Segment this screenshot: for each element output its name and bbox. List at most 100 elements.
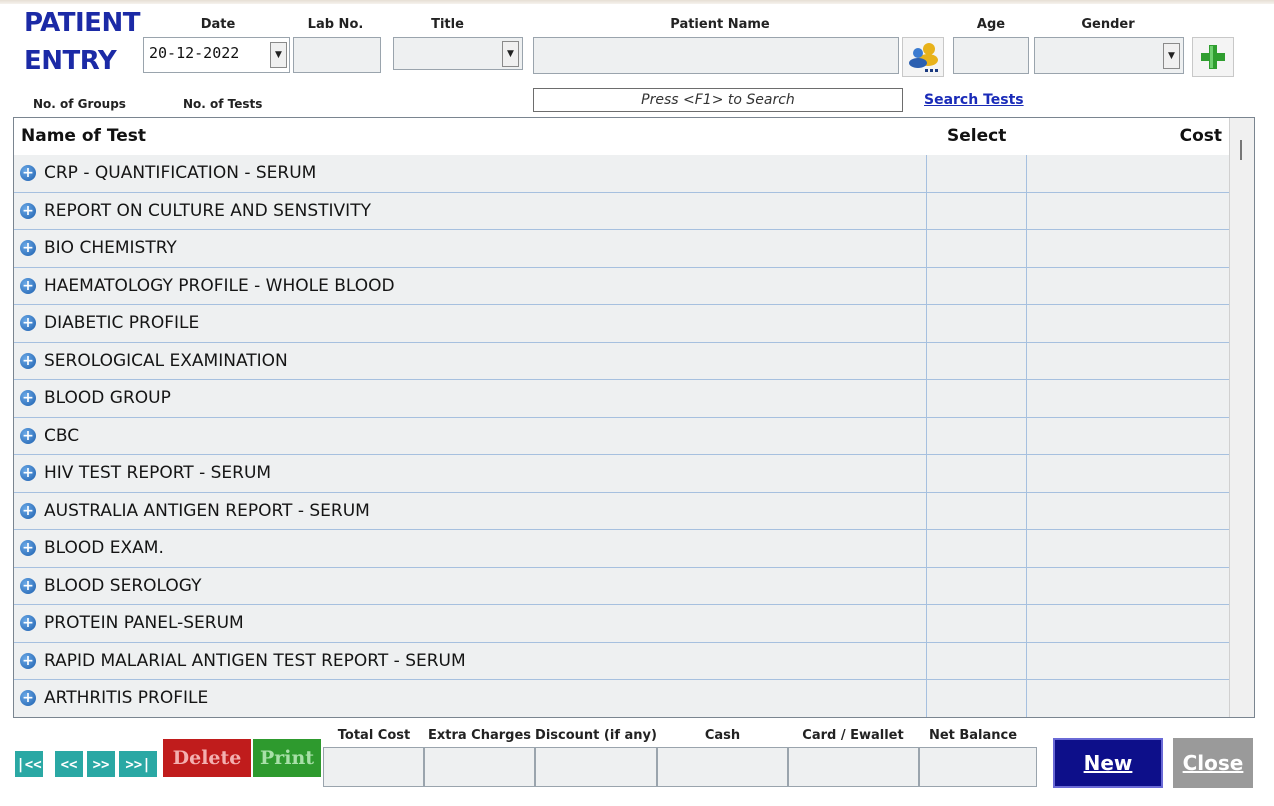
expand-icon[interactable]: + <box>20 315 36 331</box>
title-select[interactable]: ▼ <box>393 37 523 70</box>
table-row[interactable]: + BLOOD SEROLOGY <box>14 567 1230 605</box>
search-input[interactable]: Press <F1> to Search <box>533 88 903 112</box>
window-top-border <box>0 0 1274 4</box>
extra-charges-field[interactable] <box>424 747 535 787</box>
test-name: HAEMATOLOGY PROFILE - WHOLE BLOOD <box>44 275 395 296</box>
table-row[interactable]: + HIV TEST REPORT - SERUM <box>14 455 1230 493</box>
test-name: ARTHRITIS PROFILE <box>44 688 209 708</box>
card-ewallet-field[interactable] <box>788 747 919 787</box>
patient-name-input[interactable] <box>533 37 899 74</box>
expand-icon[interactable]: + <box>20 615 36 631</box>
green-plus-icon <box>1201 45 1225 69</box>
date-picker[interactable]: 20-12-2022 ▼ <box>143 37 290 73</box>
table-row[interactable]: + BLOOD EXAM. <box>14 530 1230 568</box>
test-name: BLOOD EXAM. <box>44 538 164 558</box>
column-select[interactable]: Select <box>947 126 1006 146</box>
expand-icon[interactable]: + <box>20 577 36 594</box>
select-cell[interactable] <box>926 192 1027 229</box>
search-tests-link[interactable]: Search Tests <box>924 92 1024 108</box>
scrollbar-thumb[interactable] <box>1240 140 1242 160</box>
select-cell[interactable] <box>926 305 1027 342</box>
select-cell[interactable] <box>926 492 1027 529</box>
people-lookup-icon <box>909 43 938 72</box>
select-cell[interactable] <box>926 605 1027 642</box>
expand-icon[interactable]: + <box>20 690 36 706</box>
expand-icon[interactable]: + <box>20 240 36 256</box>
test-name: DIABETIC PROFILE <box>44 313 200 333</box>
nav-last-button[interactable]: >>| <box>118 750 158 778</box>
cash-field[interactable] <box>657 747 788 787</box>
test-name: AUSTRALIA ANTIGEN REPORT - SERUM <box>44 500 370 521</box>
table-row[interactable]: + BIO CHEMISTRY <box>14 230 1230 268</box>
column-cost[interactable]: Cost <box>1180 126 1222 146</box>
select-cell[interactable] <box>926 530 1027 567</box>
tests-grid: Name of Test Select Cost + CRP - QUANTIFI… <box>13 117 1255 718</box>
table-row[interactable]: + ARTHRITIS PROFILE <box>14 680 1230 717</box>
gender-dropdown-button[interactable]: ▼ <box>1163 43 1180 69</box>
select-cell[interactable] <box>926 155 1027 192</box>
new-button[interactable]: New <box>1053 738 1163 788</box>
table-row[interactable]: + RAPID MALARIAL ANTIGEN TEST REPORT - SE… <box>14 642 1230 680</box>
form-title-line1: PATIENT <box>24 8 140 38</box>
title-dropdown-button[interactable]: ▼ <box>502 41 519 67</box>
expand-icon[interactable]: + <box>20 352 36 369</box>
expand-icon[interactable]: + <box>20 165 36 181</box>
title-label: Title <box>431 17 464 32</box>
expand-icon[interactable]: + <box>20 502 36 519</box>
select-cell[interactable] <box>926 230 1027 267</box>
grid-rows: + CRP - QUANTIFICATION - SERUM + REPORT ON… <box>14 155 1230 717</box>
expand-icon[interactable]: + <box>20 202 36 219</box>
test-name: PROTEIN PANEL-SERUM <box>44 613 244 633</box>
total-cost-field[interactable] <box>323 747 424 787</box>
select-cell[interactable] <box>926 417 1027 454</box>
groups-count-label: No. of Groups <box>33 97 126 111</box>
net-balance-field[interactable] <box>919 747 1037 787</box>
test-name: CRP - QUANTIFICATION - SERUM <box>44 163 317 183</box>
date-dropdown-button[interactable]: ▼ <box>270 42 287 68</box>
select-cell[interactable] <box>926 342 1027 379</box>
select-cell[interactable] <box>926 642 1027 679</box>
expand-icon[interactable]: + <box>20 390 36 406</box>
age-input[interactable] <box>953 37 1029 74</box>
print-button[interactable]: Print <box>253 739 321 777</box>
patient-lookup-button[interactable] <box>902 37 944 77</box>
expand-icon[interactable]: + <box>20 652 36 669</box>
nav-prev-button[interactable]: << <box>54 750 84 778</box>
gender-select[interactable]: ▼ <box>1034 37 1184 74</box>
delete-button[interactable]: Delete <box>163 739 251 777</box>
select-cell[interactable] <box>926 567 1027 604</box>
select-cell[interactable] <box>926 380 1027 417</box>
table-row[interactable]: + DIABETIC PROFILE <box>14 305 1230 343</box>
expand-icon[interactable]: + <box>20 540 36 556</box>
close-button[interactable]: Close <box>1173 738 1253 788</box>
column-name-of-test[interactable]: Name of Test <box>21 126 146 146</box>
expand-icon[interactable]: + <box>20 427 36 444</box>
table-row[interactable]: + PROTEIN PANEL-SERUM <box>14 605 1230 643</box>
patient-name-label: Patient Name <box>670 17 770 32</box>
table-row[interactable]: + CRP - QUANTIFICATION - SERUM <box>14 155 1230 193</box>
table-row[interactable]: + BLOOD GROUP <box>14 380 1230 418</box>
table-row[interactable]: + AUSTRALIA ANTIGEN REPORT - SERUM <box>14 492 1230 530</box>
gender-label: Gender <box>1081 17 1135 32</box>
table-row[interactable]: + SEROLOGICAL EXAMINATION <box>14 342 1230 380</box>
grid-scrollbar[interactable] <box>1229 118 1254 717</box>
expand-icon[interactable]: + <box>20 465 36 481</box>
total-cost-label: Total Cost <box>337 728 411 743</box>
expand-icon[interactable]: + <box>20 277 36 294</box>
lab-no-label: Lab No. <box>307 17 364 32</box>
add-patient-button[interactable] <box>1192 37 1234 77</box>
date-value: 20-12-2022 <box>149 44 240 62</box>
discount-field[interactable] <box>535 747 657 787</box>
test-name: BLOOD SEROLOGY <box>44 575 202 596</box>
date-label: Date <box>200 17 236 32</box>
nav-next-button[interactable]: >> <box>86 750 116 778</box>
form-title-line2: ENTRY <box>24 46 117 76</box>
select-cell[interactable] <box>926 267 1027 304</box>
select-cell[interactable] <box>926 680 1027 717</box>
select-cell[interactable] <box>926 455 1027 492</box>
table-row[interactable]: + HAEMATOLOGY PROFILE - WHOLE BLOOD <box>14 267 1230 305</box>
table-row[interactable]: + CBC <box>14 417 1230 455</box>
nav-first-button[interactable]: |<< <box>14 750 44 778</box>
table-row[interactable]: + REPORT ON CULTURE AND SENSTIVITY <box>14 192 1230 230</box>
lab-no-input[interactable] <box>293 37 381 73</box>
